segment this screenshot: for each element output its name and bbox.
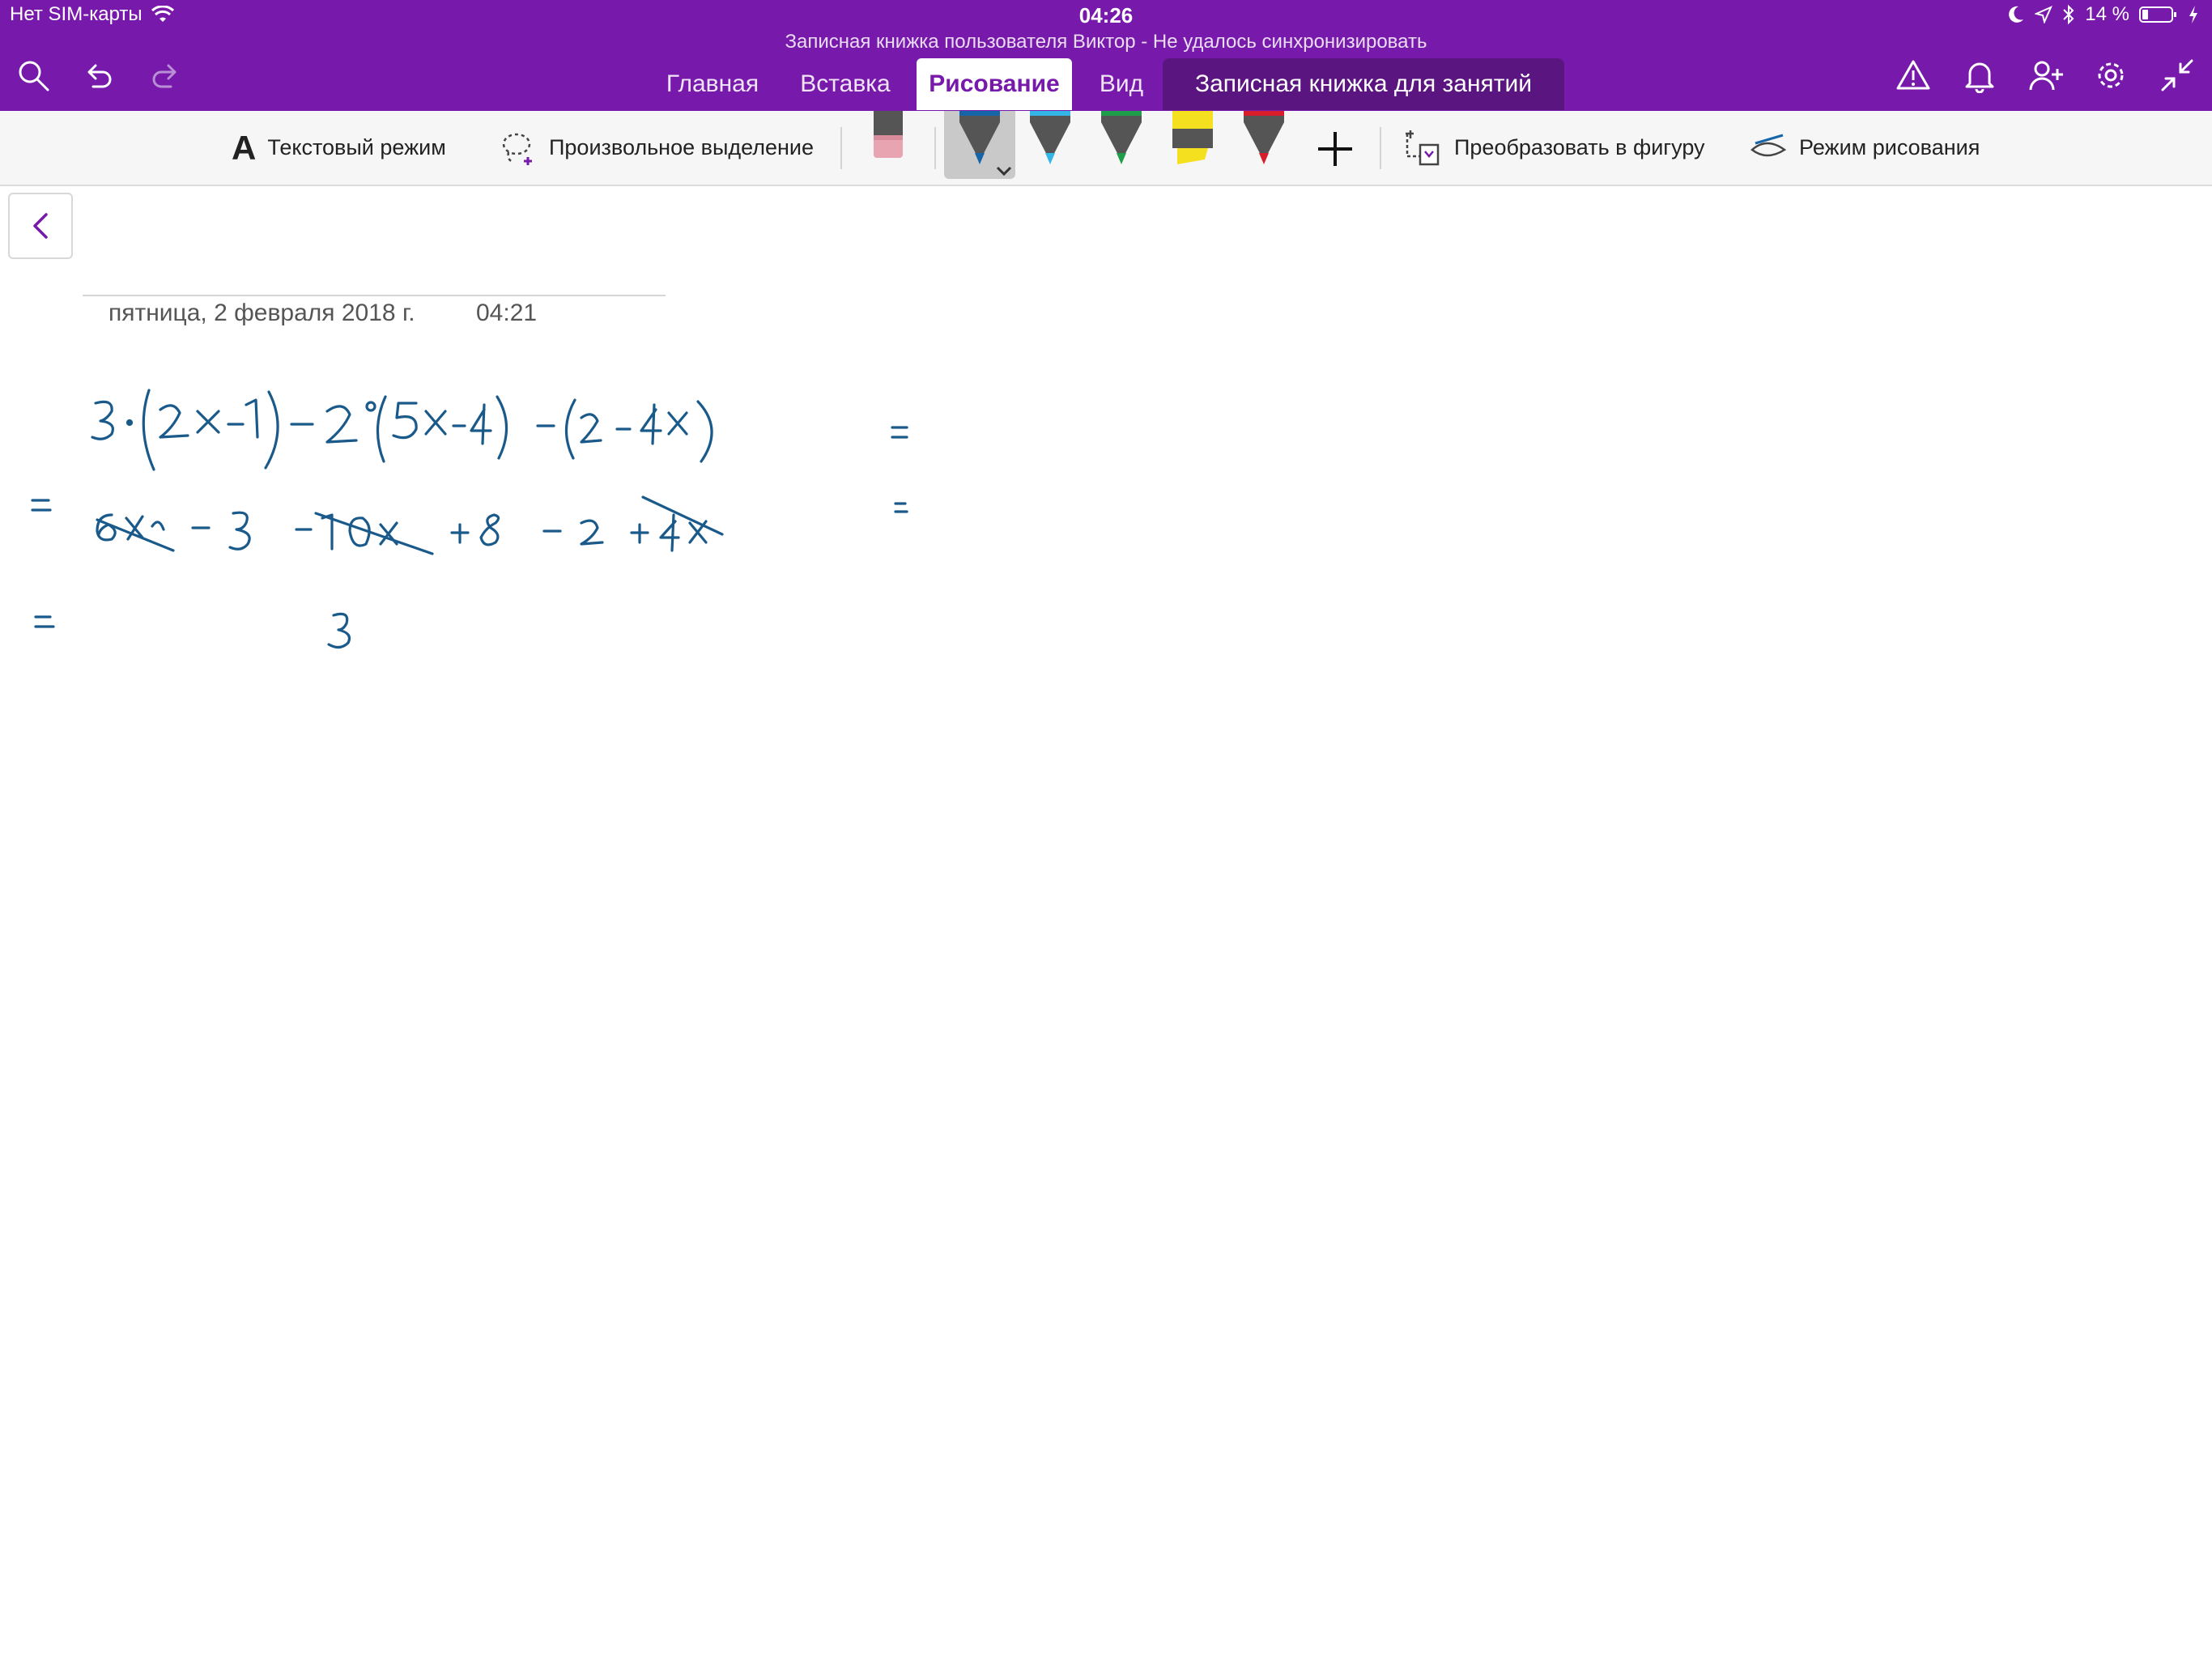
lasso-icon [502, 133, 532, 165]
bell-icon [1965, 62, 1994, 93]
battery-percent: 14 % [2085, 3, 2129, 25]
tab-class-notebook[interactable]: Записная книжка для занятий [1163, 58, 1564, 110]
page-date: пятница, 2 февраля 2018 г. [108, 300, 415, 326]
highlighter-icon [1172, 111, 1213, 164]
lasso-select-button[interactable]: Произвольное выделение [500, 111, 814, 185]
highlighter-yellow-button[interactable] [1164, 111, 1221, 185]
toolbar-divider [840, 127, 842, 169]
plus-icon [1318, 132, 1352, 166]
tab-view[interactable]: Вид [1085, 58, 1158, 110]
chevron-left-icon [33, 213, 48, 239]
collapse-button[interactable] [2157, 55, 2197, 96]
eraser-button[interactable] [860, 111, 917, 185]
clock: 04:26 [1078, 3, 1134, 28]
app-header: Нет SIM-карты 04:26 14 % Записная книжка… [0, 0, 2212, 111]
charging-icon [2189, 6, 2197, 23]
toolbar-divider [1380, 127, 1381, 169]
tab-draw[interactable]: Рисование [917, 58, 1072, 110]
location-icon [2035, 6, 2053, 23]
text-mode-button[interactable]: A Текстовый режим [232, 111, 446, 185]
back-button[interactable] [8, 193, 73, 259]
lasso-label: Произвольное выделение [549, 135, 815, 159]
pen-options-chevron-icon[interactable] [994, 164, 1014, 177]
eraser-icon [874, 111, 903, 158]
blue-pen-icon [959, 111, 1000, 164]
convert-to-shape-label: Преобразовать в фигуру [1454, 135, 1705, 159]
notebook-title: Записная книжка пользователя Виктор - Не… [785, 31, 1427, 53]
ink-line-3 [34, 612, 351, 649]
pen-light-blue-button[interactable] [1022, 111, 1078, 185]
add-pen-button[interactable] [1317, 130, 1354, 168]
bluetooth-icon [2063, 4, 2074, 25]
gear-icon [2098, 62, 2124, 88]
settings-button[interactable] [2091, 55, 2131, 96]
light-blue-pen-icon [1030, 111, 1070, 164]
search-icon [19, 61, 49, 91]
ink-line-1 [91, 389, 908, 471]
draw-mode-icon [1750, 134, 1787, 156]
convert-to-shape-button[interactable]: Преобразовать в фигуру [1404, 111, 1705, 185]
share-button[interactable] [2026, 55, 2066, 96]
tab-insert[interactable]: Вставка [789, 58, 902, 110]
pen-green-button[interactable] [1093, 111, 1150, 185]
ink-line-2 [31, 495, 908, 555]
text-mode-label: Текстовый режим [267, 135, 446, 159]
draw-mode-label: Режим рисования [1799, 135, 1980, 159]
collapse-icon [2161, 59, 2193, 91]
tab-home[interactable]: Главная [656, 58, 769, 110]
pen-red-button[interactable] [1236, 111, 1292, 185]
page-title-underline [83, 295, 666, 296]
draw-mode-button[interactable]: Режим рисования [1749, 111, 1980, 185]
status-bar-right: 14 % [2007, 3, 2199, 26]
draw-toolbar: A Текстовый режим Произвольное выделение [0, 111, 2212, 186]
green-pen-icon [1101, 111, 1142, 164]
warning-icon [1896, 60, 1930, 90]
notifications-button[interactable] [1959, 55, 2000, 96]
text-mode-icon: A [232, 128, 257, 167]
undo-icon [87, 64, 112, 88]
shape-convert-icon [1406, 130, 1440, 165]
battery-icon [2139, 6, 2176, 23]
undo-button[interactable] [78, 55, 118, 96]
search-button[interactable] [13, 55, 53, 96]
warning-button[interactable] [1893, 55, 1933, 96]
red-pen-icon [1244, 111, 1284, 164]
toolbar-divider [934, 127, 936, 169]
handwriting-canvas[interactable] [0, 0, 2212, 1658]
add-person-icon [2029, 61, 2063, 91]
redo-button[interactable] [146, 55, 186, 96]
moon-icon [2009, 6, 2024, 23]
redo-icon [152, 64, 177, 88]
page-time: 04:21 [476, 300, 538, 326]
